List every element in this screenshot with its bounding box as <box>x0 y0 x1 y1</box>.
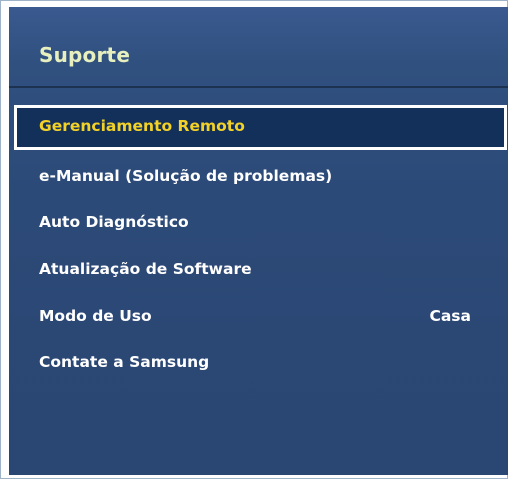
screen-frame: Suporte Gerenciamento Remoto e-Manual (S… <box>0 0 508 479</box>
menu-item-label: Atualização de Software <box>39 260 252 278</box>
menu-item-auto-diagnostico[interactable]: Auto Diagnóstico <box>9 203 508 245</box>
menu-item-label: Contate a Samsung <box>39 353 210 371</box>
menu-item-gerenciamento-remoto[interactable]: Gerenciamento Remoto <box>14 105 507 150</box>
menu-item-value: Casa <box>429 307 471 325</box>
menu-item-label: Auto Diagnóstico <box>39 213 189 231</box>
menu-item-label: Modo de Uso <box>39 307 152 325</box>
support-menu: Suporte Gerenciamento Remoto e-Manual (S… <box>9 7 508 475</box>
title-divider <box>9 86 508 88</box>
menu-item-e-manual[interactable]: e-Manual (Solução de problemas) <box>9 157 508 199</box>
menu-item-label: Gerenciamento Remoto <box>39 117 245 135</box>
menu-item-label: e-Manual (Solução de problemas) <box>39 167 333 185</box>
menu-item-modo-de-uso[interactable]: Modo de Uso Casa <box>9 297 508 339</box>
menu-item-atualizacao-software[interactable]: Atualização de Software <box>9 250 508 292</box>
menu-item-contate-samsung[interactable]: Contate a Samsung <box>9 343 508 385</box>
menu-title: Suporte <box>39 43 131 67</box>
